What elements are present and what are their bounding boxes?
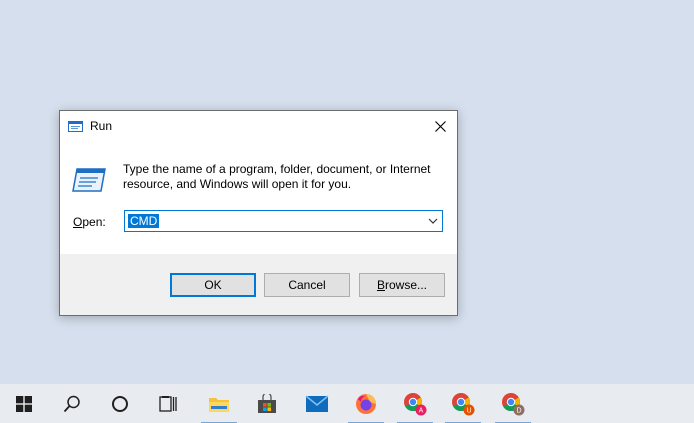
- chrome-profile-a-button[interactable]: A: [395, 384, 435, 423]
- search-icon: [63, 395, 80, 413]
- search-button[interactable]: [52, 384, 92, 423]
- start-button[interactable]: [4, 384, 44, 423]
- browse-button[interactable]: Browse...: [359, 273, 445, 297]
- browse-button-label: Browse...: [377, 278, 427, 292]
- profile-badge-u: U: [466, 408, 471, 415]
- run-icon: [72, 168, 106, 192]
- chevron-down-icon[interactable]: [428, 216, 438, 226]
- mail-button[interactable]: [297, 384, 337, 423]
- ok-button[interactable]: OK: [170, 273, 256, 297]
- run-dialog: Run Type the name of a program, folder, …: [59, 110, 458, 316]
- open-combobox[interactable]: CMD: [124, 210, 443, 232]
- firefox-icon: [356, 394, 376, 414]
- cortana-button[interactable]: [100, 384, 140, 423]
- profile-badge-a: A: [419, 408, 424, 415]
- close-icon: [434, 120, 446, 132]
- ok-button-label: OK: [204, 278, 222, 292]
- folder-icon: [209, 398, 229, 412]
- open-label-text: pen:: [82, 215, 106, 229]
- profile-badge-d: D: [516, 408, 521, 415]
- chrome-profile-d-button[interactable]: D: [493, 384, 533, 423]
- cancel-button[interactable]: Cancel: [264, 273, 350, 297]
- dialog-description: Type the name of a program, folder, docu…: [123, 162, 431, 191]
- close-button[interactable]: [423, 111, 457, 141]
- firefox-button[interactable]: [346, 384, 386, 423]
- task-view-button[interactable]: [148, 384, 188, 423]
- task-view-icon: [159, 396, 177, 412]
- window-title: Run: [90, 119, 113, 133]
- file-explorer-button[interactable]: [199, 384, 239, 423]
- mail-icon: [305, 395, 329, 412]
- windows-logo-icon: [16, 396, 32, 412]
- taskbar: A U D: [0, 383, 694, 423]
- dialog-content: Type the name of a program, folder, docu…: [60, 142, 457, 254]
- open-input[interactable]: CMD: [128, 214, 160, 228]
- cancel-button-label: Cancel: [288, 278, 326, 292]
- browse-label-text: rowse...: [385, 278, 428, 292]
- chrome-icon: U: [452, 393, 475, 416]
- browse-accelerator: B: [376, 278, 385, 292]
- chrome-icon: D: [502, 393, 525, 416]
- store-icon: [258, 394, 276, 413]
- open-label: Open:: [73, 215, 106, 229]
- run-icon: [68, 121, 83, 132]
- microsoft-store-button[interactable]: [247, 384, 287, 423]
- title-bar[interactable]: Run: [60, 111, 457, 142]
- chrome-profile-u-button[interactable]: U: [443, 384, 483, 423]
- open-label-accelerator: O: [73, 215, 83, 229]
- circle-icon: [112, 396, 128, 412]
- chrome-icon: A: [404, 393, 427, 416]
